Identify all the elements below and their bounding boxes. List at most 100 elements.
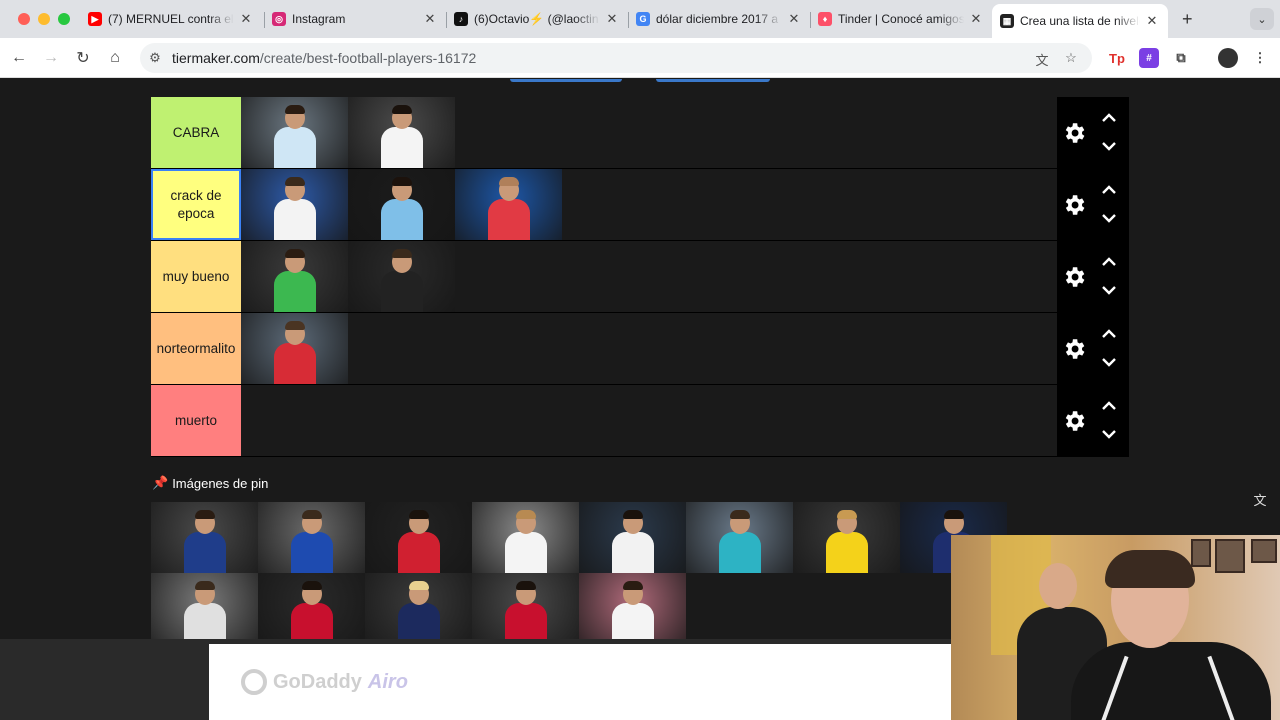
move-tier-down-icon[interactable] [1100, 139, 1118, 153]
tier-drop-zone[interactable] [241, 97, 1057, 168]
tab-title: (7) MERNUEL contra el [108, 12, 234, 26]
player-image[interactable] [348, 241, 455, 312]
pin-player-image[interactable] [579, 573, 686, 644]
address-bar[interactable]: ⚙ tiermaker.com/create/best-football-pla… [140, 43, 1092, 73]
close-tab-icon[interactable]: ✕ [422, 11, 438, 27]
move-tier-up-icon[interactable] [1100, 399, 1118, 413]
move-tier-up-icon[interactable] [1100, 111, 1118, 125]
tier-drop-zone[interactable] [241, 313, 1057, 384]
move-tier-down-icon[interactable] [1100, 283, 1118, 297]
maximize-window-button[interactable] [58, 13, 70, 25]
player-image[interactable] [348, 97, 455, 168]
pin-player-image[interactable] [258, 502, 365, 573]
tab-1[interactable]: ▶ (7) MERNUEL contra el ✕ [88, 7, 254, 31]
tab-4[interactable]: Gdólar diciembre 2017 a ✕ [636, 7, 802, 31]
close-tab-icon[interactable]: ✕ [604, 11, 620, 27]
pin-player-image[interactable] [365, 502, 472, 573]
tier-drop-zone[interactable] [241, 241, 1057, 312]
tab-3[interactable]: ♪ (6)Octavio⚡ (@laoctin ✕ [454, 7, 620, 31]
tab-5[interactable]: ♦ Tinder | Conocé amigos ✕ [818, 7, 984, 31]
forward-icon[interactable]: → [40, 47, 62, 69]
tier-label[interactable]: muerto [151, 385, 241, 456]
godaddy-logo: GoDaddy Airo [241, 669, 408, 695]
tier-row: norteormalito [151, 313, 1129, 385]
gear-icon[interactable] [1061, 264, 1087, 290]
tier-controls [1057, 313, 1129, 384]
save-button-edge[interactable] [510, 79, 622, 82]
new-tab-button[interactable]: + [1182, 9, 1193, 30]
ad-product: Airo [367, 670, 408, 693]
minimize-window-button[interactable] [38, 13, 50, 25]
player-image[interactable] [241, 169, 348, 240]
pin-player-image[interactable] [151, 502, 258, 573]
tier-label[interactable]: crack de epoca [151, 169, 241, 240]
close-tab-icon[interactable]: ✕ [238, 11, 254, 27]
tab-title: dólar diciembre 2017 a [656, 12, 779, 26]
player-image[interactable] [348, 169, 455, 240]
translate-icon[interactable]: 文 [1033, 50, 1051, 68]
tiermaker-icon: ▦ [1000, 14, 1014, 28]
pin-player-image[interactable] [686, 502, 793, 573]
gear-icon[interactable] [1061, 120, 1087, 146]
tier-label[interactable]: muy bueno [151, 241, 241, 312]
close-tab-icon[interactable]: ✕ [1144, 13, 1160, 29]
tier-drop-zone[interactable] [241, 385, 1057, 456]
tier-label[interactable]: norteormalito [151, 313, 241, 384]
home-icon[interactable]: ⌂ [104, 47, 126, 69]
player-image[interactable] [241, 241, 348, 312]
tab-strip: ▶ (7) MERNUEL contra el ✕ ◎ Instagram ✕ ♪ (6)O… [0, 0, 1280, 38]
webcam-overlay [951, 535, 1280, 720]
tab-6[interactable]: ▦ Crea una lista de nivele ✕ [992, 4, 1168, 38]
pin-player-image[interactable] [365, 573, 472, 644]
gear-icon[interactable] [1061, 336, 1087, 362]
move-tier-down-icon[interactable] [1100, 427, 1118, 441]
close-window-button[interactable] [18, 13, 30, 25]
profile-avatar[interactable] [1218, 48, 1238, 68]
player-image[interactable] [455, 169, 562, 240]
extension-tp-icon[interactable]: Tp [1107, 48, 1127, 68]
reload-icon[interactable]: ↻ [72, 47, 94, 69]
move-tier-up-icon[interactable] [1100, 327, 1118, 341]
back-icon[interactable]: ← [8, 47, 30, 69]
pin-player-image[interactable] [579, 502, 686, 573]
ad-creative[interactable]: GoDaddy Airo [209, 644, 951, 720]
godaddy-logo-icon [241, 669, 267, 695]
extension-purple-icon[interactable]: # [1139, 48, 1159, 68]
pushpin-icon: 📌 [152, 475, 169, 490]
gear-icon[interactable] [1061, 408, 1087, 434]
player-image[interactable] [241, 313, 348, 384]
tab-2[interactable]: ◎ Instagram ✕ [272, 7, 438, 31]
tier-controls [1057, 97, 1129, 168]
player-image[interactable] [241, 97, 348, 168]
tab-title: Tinder | Conocé amigos [838, 12, 964, 26]
tier-row: muy bueno [151, 241, 1129, 313]
move-tier-down-icon[interactable] [1100, 355, 1118, 369]
url-path: /create/best-football-players-16172 [259, 50, 477, 66]
bookmark-star-icon[interactable]: ☆ [1062, 50, 1080, 66]
move-tier-down-icon[interactable] [1100, 211, 1118, 225]
download-button-edge[interactable] [656, 79, 770, 82]
site-info-icon[interactable]: ⚙ [142, 50, 168, 66]
pin-player-image[interactable] [258, 573, 365, 644]
pin-player-image[interactable] [472, 502, 579, 573]
pin-player-image[interactable] [793, 502, 900, 573]
pin-player-image[interactable] [472, 573, 579, 644]
move-tier-up-icon[interactable] [1100, 255, 1118, 269]
youtube-icon: ▶ [88, 12, 102, 26]
close-tab-icon[interactable]: ✕ [968, 11, 984, 27]
close-tab-icon[interactable]: ✕ [786, 11, 802, 27]
pin-images-heading: 📌 Imágenes de pin [152, 475, 268, 491]
pin-player-image[interactable] [151, 573, 258, 644]
tab-search-button[interactable]: ⌄ [1250, 8, 1274, 30]
move-tier-up-icon[interactable] [1100, 183, 1118, 197]
tier-label[interactable]: CABRA [151, 97, 241, 168]
extensions-puzzle-icon[interactable]: ⧉ [1171, 48, 1191, 68]
translate-side-icon[interactable]: 文 [1250, 490, 1270, 510]
more-menu-icon[interactable]: ⋮ [1250, 48, 1270, 68]
tier-controls [1057, 385, 1129, 456]
tier-drop-zone[interactable] [241, 169, 1057, 240]
tiktok-icon: ♪ [454, 12, 468, 26]
gear-icon[interactable] [1061, 192, 1087, 218]
google-icon: G [636, 12, 650, 26]
tier-list: CABRA crack de epoca muy bueno norteormalit… [151, 97, 1129, 457]
